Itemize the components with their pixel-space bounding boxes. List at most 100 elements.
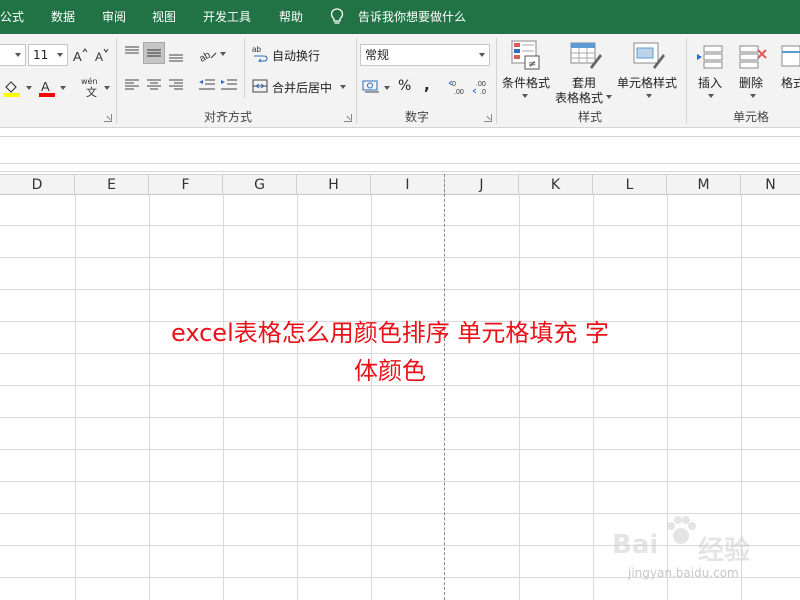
column-header-d[interactable]: D [0,175,75,195]
svg-text:0: 0 [452,81,456,88]
svg-text:A: A [95,50,103,64]
format-as-table-label-2[interactable]: 表格格式 [555,89,603,106]
grid-line [149,195,150,600]
increase-font-size-icon[interactable]: A [72,46,88,64]
svg-text:A: A [41,79,50,94]
fill-color-dropdown[interactable] [26,86,32,90]
svg-text:ab: ab [198,49,213,62]
column-header-e[interactable]: E [75,175,149,195]
merge-dropdown[interactable] [340,85,346,89]
insert-dropdown[interactable] [708,94,714,98]
align-right-icon[interactable] [168,78,184,92]
cell-styles-icon[interactable] [633,40,665,70]
column-header-n[interactable]: N [741,175,800,195]
column-header-g[interactable]: G [223,175,297,195]
overlay-title: excel表格怎么用颜色排序 单元格填充 字 体颜色 [130,314,650,390]
format-cells-icon[interactable] [780,40,800,70]
column-header-j[interactable]: J [445,175,519,195]
ribbon-tab-bar: 公式 数据 审阅 视图 开发工具 帮助 告诉我你想要做什么 [0,0,800,34]
font-color-dropdown[interactable] [60,86,66,90]
column-header-i[interactable]: I [371,175,445,195]
font-name-combo[interactable] [0,44,26,66]
watermark-brand: Bai [612,530,659,560]
format-as-table-icon[interactable] [570,40,602,70]
font-color-icon[interactable]: A [38,78,56,98]
tab-review[interactable]: 审阅 [102,0,126,34]
insert-cells-icon[interactable] [696,40,726,70]
align-bottom-icon[interactable] [168,48,184,62]
column-header-h[interactable]: H [297,175,371,195]
column-header-l[interactable]: L [593,175,667,195]
svg-text:A: A [73,49,82,64]
group-separator [496,38,497,124]
font-size-combo[interactable]: 11 [28,44,68,66]
number-dialog-launcher[interactable] [484,114,492,122]
tab-view[interactable]: 视图 [152,0,176,34]
tab-developer[interactable]: 开发工具 [203,0,251,34]
accounting-format-icon[interactable] [362,78,382,94]
column-header-k[interactable]: K [519,175,593,195]
svg-text:.00: .00 [454,89,464,96]
orientation-dropdown[interactable] [220,52,226,56]
group-separator [116,38,117,124]
svg-text:.00: .00 [476,81,486,88]
tab-formulas[interactable]: 公式 [0,0,24,34]
column-header-m[interactable]: M [667,175,741,195]
delete-dropdown[interactable] [750,94,756,98]
group-separator [686,38,687,124]
tell-me-search[interactable]: 告诉我你想要做什么 [358,0,466,34]
styles-group-label: 样式 [578,110,603,124]
merge-center-label[interactable]: 合并后居中 [272,79,332,96]
conditional-formatting-dropdown[interactable] [522,94,528,98]
grid-line [223,195,224,600]
increase-indent-icon[interactable] [220,78,238,92]
alignment-dialog-launcher[interactable] [344,114,352,122]
paw-icon [667,516,696,544]
orientation-icon[interactable]: ab [198,46,218,62]
tab-data[interactable]: 数据 [51,0,75,34]
column-header-row: D E F G H I J K L M N [0,174,800,195]
align-left-icon[interactable] [124,78,140,92]
decrease-indent-icon[interactable] [198,78,216,92]
alignment-group-label: 对齐方式 [204,110,253,124]
format-label[interactable]: 格式 [781,74,800,91]
svg-text:ab: ab [252,45,261,54]
svg-text:文: 文 [86,85,97,98]
number-format-combo[interactable]: 常规 [360,44,490,66]
cell-styles-label[interactable]: 单元格样式 [617,74,677,91]
svg-text:.0: .0 [480,89,486,96]
phonetic-dropdown[interactable] [104,86,110,90]
delete-cells-icon[interactable] [738,40,768,70]
overlay-title-line-2: 体颜色 [354,357,426,385]
grid-line [371,195,372,600]
insert-label[interactable]: 插入 [698,74,722,91]
conditional-formatting-icon[interactable]: ≠ [511,40,541,70]
svg-text:wén: wén [81,76,98,86]
align-middle-button[interactable] [143,42,165,64]
font-size-value: 11 [33,48,49,62]
font-dialog-launcher[interactable] [104,114,112,122]
merge-center-icon[interactable] [252,78,268,94]
tab-help[interactable]: 帮助 [279,0,303,34]
comma-style-button[interactable]: , [424,76,430,94]
conditional-formatting-label[interactable]: 条件格式 [502,74,550,91]
delete-label[interactable]: 删除 [739,74,763,91]
fill-color-icon[interactable] [2,78,22,98]
column-header-f[interactable]: F [149,175,223,195]
formula-bar-area [0,128,800,172]
accounting-dropdown[interactable] [384,86,390,90]
formula-input[interactable] [0,136,800,164]
align-top-icon[interactable] [124,46,140,60]
phonetic-guide-icon[interactable]: wén 文 [80,76,104,98]
decrease-decimal-icon[interactable]: .00 .0 [472,78,492,96]
decrease-font-size-icon[interactable]: A [94,46,110,64]
cell-styles-dropdown[interactable] [646,94,652,98]
percent-style-button[interactable]: % [398,78,411,94]
wrap-text-label[interactable]: 自动换行 [272,47,320,64]
grid-line [297,195,298,600]
wrap-text-icon[interactable]: ab [252,44,268,62]
lightbulb-icon[interactable] [330,8,344,26]
format-as-table-dropdown[interactable] [606,95,612,99]
align-center-icon[interactable] [146,78,162,92]
increase-decimal-icon[interactable]: 0 .00 [448,78,468,96]
